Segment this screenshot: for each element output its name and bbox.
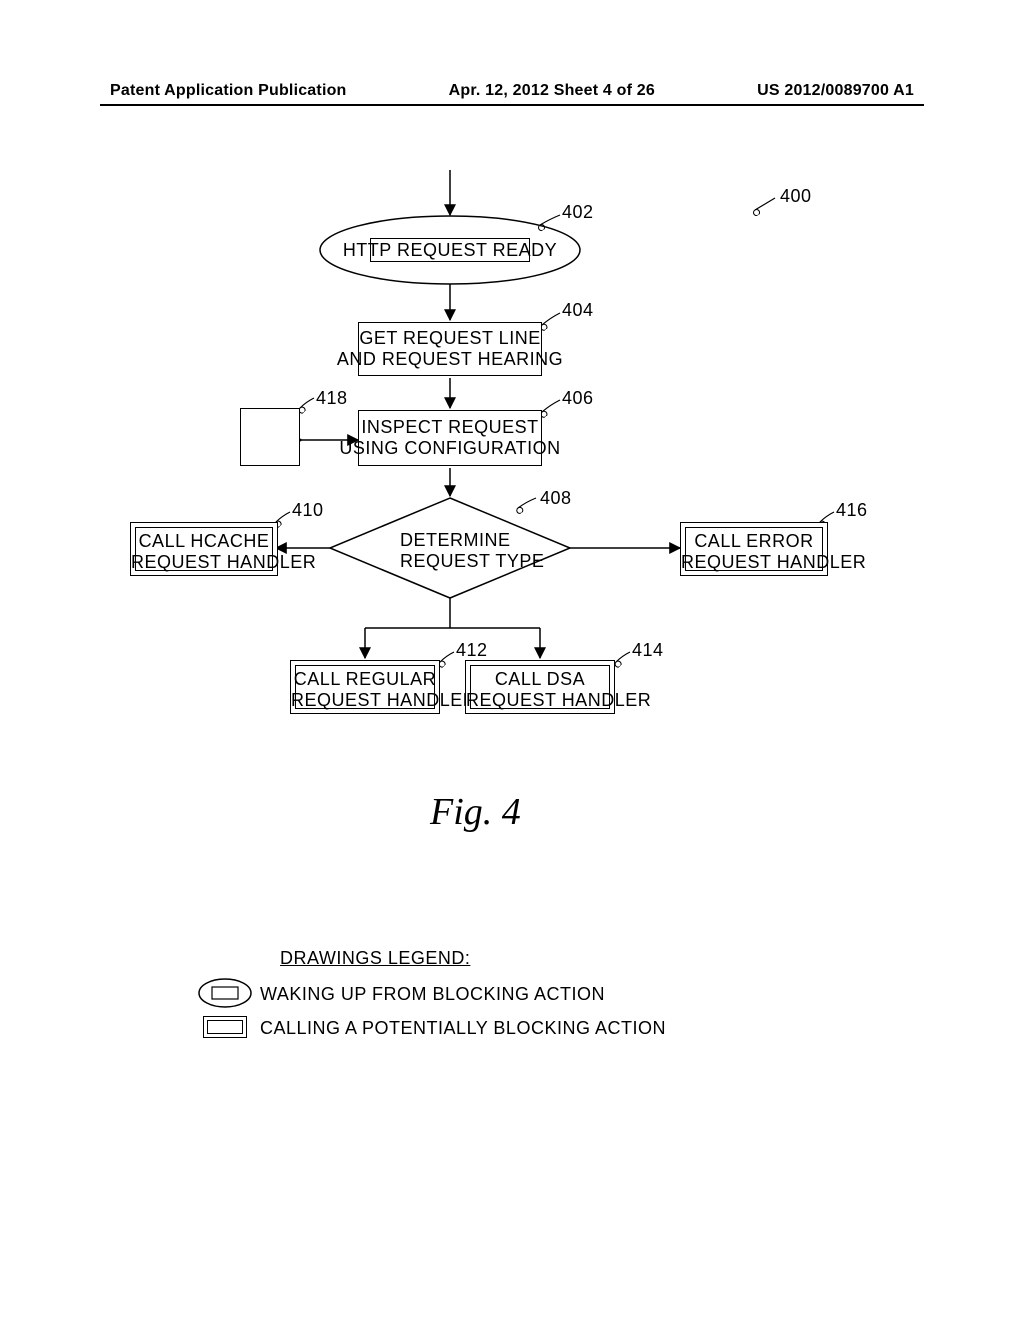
ref-400: 400 (780, 186, 812, 207)
node-hcache-handler: CALL HCACHE REQUEST HANDLER (130, 522, 278, 576)
ref-414: 414 (632, 640, 664, 661)
ref-402: 402 (562, 202, 594, 223)
node-408-label: DETERMINE REQUEST TYPE (400, 530, 500, 571)
node-412-label: CALL REGULAR REQUEST HANDLER (291, 669, 439, 710)
legend-item-waking: WAKING UP FROM BLOCKING ACTION (260, 984, 605, 1005)
ref-412: 412 (456, 640, 488, 661)
node-get-request-line: GET REQUEST LINE AND REQUEST HEARING (358, 322, 542, 376)
ref-406: 406 (562, 388, 594, 409)
header-right: US 2012/0089700 A1 (757, 82, 914, 100)
legend-double-box-icon (203, 1016, 247, 1038)
figure-canvas: HTTP REQUEST READY GET REQUEST LINE AND … (0, 150, 1024, 1200)
figure-caption: Fig. 4 (430, 790, 521, 834)
legend-title: DRAWINGS LEGEND: (280, 948, 470, 969)
ref-408: 408 (540, 488, 572, 509)
ref-410: 410 (292, 500, 324, 521)
node-http-request-ready: HTTP REQUEST READY (370, 238, 530, 262)
node-414-label: CALL DSA REQUEST HANDLER (466, 669, 614, 710)
node-402-label: HTTP REQUEST READY (343, 240, 557, 261)
node-404-label: GET REQUEST LINE AND REQUEST HEARING (337, 328, 563, 369)
legend-item-calling: CALLING A POTENTIALLY BLOCKING ACTION (260, 1018, 666, 1039)
node-416-label: CALL ERROR REQUEST HANDLER (681, 531, 827, 572)
page-header: Patent Application Publication Apr. 12, … (110, 82, 914, 100)
node-dsa-handler: CALL DSA REQUEST HANDLER (465, 660, 615, 714)
node-inspect-request: INSPECT REQUEST USING CONFIGURATION (358, 410, 542, 466)
header-rule (100, 104, 924, 106)
node-error-handler: CALL ERROR REQUEST HANDLER (680, 522, 828, 576)
ref-416: 416 (836, 500, 868, 521)
node-418-empty (240, 408, 300, 466)
node-regular-handler: CALL REGULAR REQUEST HANDLER (290, 660, 440, 714)
ref-404: 404 (562, 300, 594, 321)
ref-418: 418 (316, 388, 348, 409)
node-406-label: INSPECT REQUEST USING CONFIGURATION (339, 417, 560, 458)
node-410-label: CALL HCACHE REQUEST HANDLER (131, 531, 277, 572)
header-center: Apr. 12, 2012 Sheet 4 of 26 (449, 82, 655, 100)
header-left: Patent Application Publication (110, 82, 347, 100)
